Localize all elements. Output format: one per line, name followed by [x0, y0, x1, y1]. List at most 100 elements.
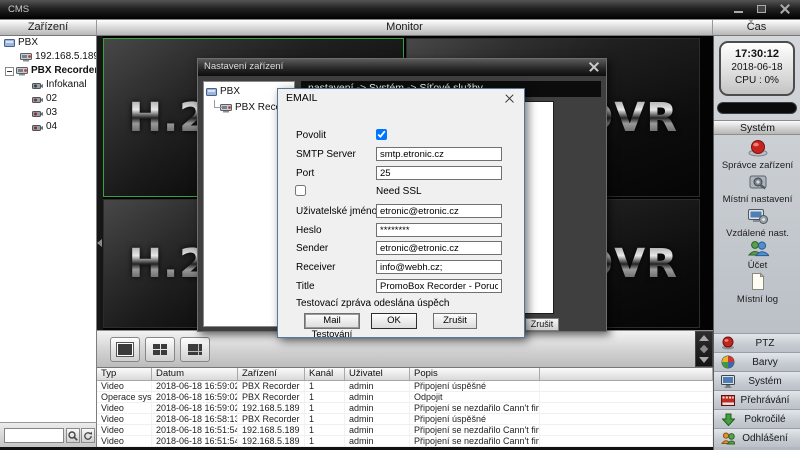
log-col-kanal[interactable]: Kanál [305, 368, 345, 380]
sidebar-button-playback[interactable]: Přehrávání [714, 390, 800, 409]
log-row[interactable]: Video2018-06-18 16:59:02192.168.5.1891ad… [97, 403, 713, 414]
ok-button[interactable]: OK [371, 313, 417, 329]
log-col-typ[interactable]: Typ [97, 368, 152, 380]
collapse-expander-icon[interactable] [5, 67, 14, 76]
sidebar-item-label: Účet [714, 260, 800, 271]
layout-single-button[interactable] [110, 337, 140, 362]
log-col-zarizeni[interactable]: Zařízení [238, 368, 305, 380]
log-row[interactable]: Video2018-06-18 16:58:13PBX Recorder1adm… [97, 414, 713, 425]
minimize-icon[interactable] [734, 11, 743, 13]
tree-item-channel-03[interactable]: 03 [0, 106, 96, 120]
clock-time: 17:30:12 [721, 48, 793, 60]
sidebar-button-colors[interactable]: Barvy [714, 352, 800, 371]
log-header-row: Typ Datum Zařízení Kanál Uživatel Popis [97, 368, 713, 381]
restore-icon[interactable] [757, 5, 766, 13]
settings-cancel-button[interactable]: Zrušit [525, 318, 559, 331]
sidebar-button-label: Systém [735, 376, 800, 387]
mail-test-button[interactable]: Mail Testování [304, 313, 360, 329]
sidebar-button-label: PTZ [735, 338, 800, 349]
log-row[interactable]: Video2018-06-18 16:51:54192.168.5.1891ad… [97, 436, 713, 447]
system-sidebar: 17:30:12 2018-06-18 CPU : 0% Systém Sprá… [713, 36, 800, 450]
users-icon [747, 240, 769, 257]
log-col-datum[interactable]: Datum [152, 368, 238, 380]
log-row[interactable]: Operace syst...2018-06-18 16:59:02PBX Re… [97, 392, 713, 403]
right-panel-collapse-control[interactable] [695, 331, 713, 367]
layout-quad-button[interactable] [145, 337, 175, 362]
sidebar-item-label: Místní log [714, 294, 800, 305]
search-button[interactable] [66, 428, 80, 443]
tree-item-label: PBX [220, 85, 240, 99]
ssl-checkbox[interactable] [295, 185, 306, 196]
settings-dialog-titlebar[interactable]: Nastavení zařízení [198, 59, 606, 76]
sidebar-button-label: Přehrávání [735, 395, 800, 406]
log-cell: Operace syst... [97, 392, 152, 402]
tree-item-pbx-root[interactable]: PBX [0, 36, 96, 50]
close-icon[interactable] [505, 94, 514, 103]
sidebar-item-account[interactable]: Účet [714, 240, 800, 271]
device-icon [20, 52, 32, 62]
tree-item-channel-infokanal[interactable]: Infokanal [0, 78, 96, 92]
search-input[interactable] [4, 428, 64, 443]
log-row[interactable]: Video2018-06-18 16:59:02PBX Recorder1adm… [97, 381, 713, 392]
log-cell [540, 381, 713, 391]
sidebar-item-local-settings[interactable]: Místní nastavení [714, 173, 800, 205]
tree-item-label: 04 [46, 120, 57, 134]
log-col-filler [540, 368, 713, 380]
sidebar-item-local-log[interactable]: Místní log [714, 272, 800, 305]
smtp-label: SMTP Server [296, 149, 356, 160]
tree-search-strip [0, 422, 97, 447]
sidebar-item-remote-settings[interactable]: Vzdálené nast. [714, 207, 800, 239]
grid-1x1-icon [118, 344, 132, 355]
username-input[interactable] [376, 204, 502, 218]
smtp-input[interactable] [376, 147, 502, 161]
tree-item-channel-04[interactable]: 04 [0, 120, 96, 134]
refresh-icon [83, 431, 93, 441]
password-input[interactable] [376, 223, 502, 237]
log-cell: admin [345, 392, 410, 402]
tree-branch-line [214, 100, 222, 108]
sender-label: Sender [296, 243, 328, 254]
enable-label: Povolit [296, 130, 326, 141]
tree-item-device-ip[interactable]: 192.168.5.189 [0, 50, 96, 64]
arrow-down-icon [699, 357, 709, 363]
title-input[interactable] [376, 279, 502, 293]
refresh-button[interactable] [81, 428, 95, 443]
tree-item-device-recorder[interactable]: PBX Recorder [0, 64, 96, 78]
sidebar-button-label: Pokročilé [735, 414, 800, 425]
collapse-left-icon [97, 239, 102, 247]
sidebar-item-device-manager[interactable]: Správce zařízení [714, 139, 800, 171]
sidebar-button-ptz[interactable]: PTZ [714, 333, 800, 352]
log-cell: admin [345, 436, 410, 446]
cancel-button[interactable]: Zrušit [433, 313, 477, 329]
status-pill [717, 102, 797, 114]
port-input[interactable] [376, 166, 502, 180]
logout-users-icon [721, 432, 735, 445]
monitor-icon [721, 375, 735, 388]
log-cell: Připojení se nezdařilo Cann't find the d… [410, 425, 540, 435]
log-col-popis[interactable]: Popis [410, 368, 540, 380]
camera-icon [32, 109, 43, 118]
close-icon[interactable] [780, 4, 790, 14]
title-label: Title [296, 281, 315, 292]
log-cell: 2018-06-18 16:51:54 [152, 425, 238, 435]
log-row[interactable]: Video2018-06-18 16:51:54192.168.5.1891ad… [97, 425, 713, 436]
log-cell: 2018-06-18 16:59:02 [152, 392, 238, 402]
layout-custom-button[interactable] [180, 337, 210, 362]
grid-custom-icon [188, 344, 202, 355]
log-cell: 2018-06-18 16:59:02 [152, 403, 238, 413]
sidebar-button-advanced[interactable]: Pokročilé [714, 409, 800, 428]
log-cell: 1 [305, 392, 345, 402]
log-col-uzivatel[interactable]: Uživatel [345, 368, 410, 380]
receiver-input[interactable] [376, 260, 502, 274]
sidebar-button-list: PTZ Barvy Systém Přehrávání Pokročilé Od… [714, 333, 800, 447]
enable-checkbox[interactable] [376, 129, 387, 140]
sender-input[interactable] [376, 241, 502, 255]
close-icon[interactable] [589, 62, 599, 72]
log-cell: Odpojit [410, 392, 540, 402]
tree-item-label: 03 [46, 106, 57, 120]
sidebar-button-system[interactable]: Systém [714, 371, 800, 390]
log-cell: Video [97, 436, 152, 446]
sidebar-button-logout[interactable]: Odhlášení [714, 428, 800, 447]
tree-item-channel-02[interactable]: 02 [0, 92, 96, 106]
log-cell [540, 392, 713, 402]
